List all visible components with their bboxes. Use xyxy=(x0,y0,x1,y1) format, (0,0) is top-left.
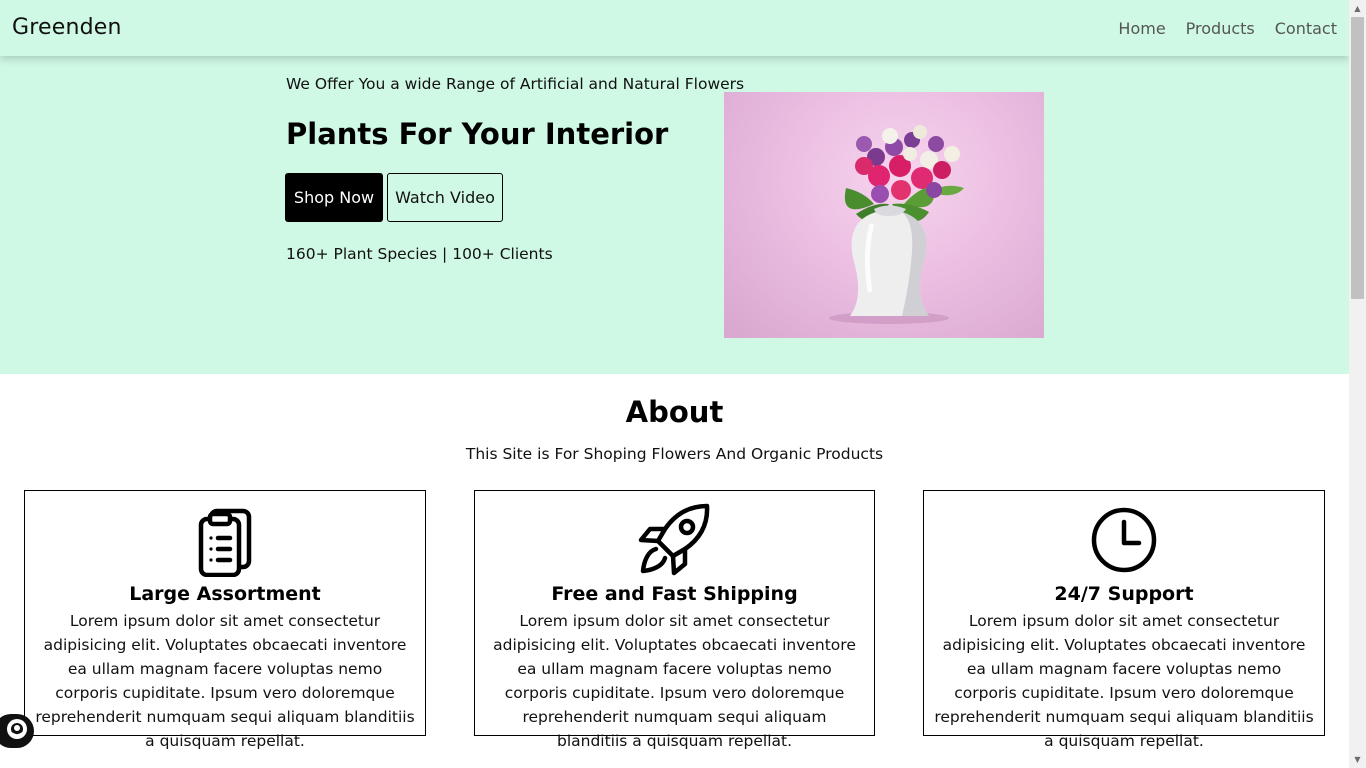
about-subtitle: This Site is For Shoping Flowers And Org… xyxy=(465,445,884,463)
card-title: 24/7 Support xyxy=(1054,583,1194,605)
clock-icon xyxy=(1087,503,1161,577)
brand-logo[interactable]: Greenden xyxy=(12,15,122,40)
card-title: Free and Fast Shipping xyxy=(551,583,798,605)
page: We Offer You a wide Range of Artificial … xyxy=(0,0,1349,768)
about-title: About xyxy=(625,395,724,429)
feature-card-support: 24/7 Support Lorem ipsum dolor sit amet … xyxy=(923,490,1325,750)
nav-links: Home Products Contact xyxy=(1118,19,1337,38)
nav-link-products[interactable]: Products xyxy=(1186,19,1255,38)
rocket-icon xyxy=(638,503,712,577)
card-text: Lorem ipsum dolor sit amet consectetur a… xyxy=(493,612,856,750)
hero-section: We Offer You a wide Range of Artificial … xyxy=(0,0,1349,374)
hero-title: Plants For Your Interior xyxy=(286,117,669,151)
card-text: Lorem ipsum dolor sit amet consectetur a… xyxy=(934,612,1314,750)
scroll-up-arrow-icon[interactable]: ▲ xyxy=(1349,0,1366,17)
scroll-down-arrow-icon[interactable]: ▼ xyxy=(1349,751,1366,768)
clipboard-list-icon xyxy=(188,503,262,578)
accessibility-icon xyxy=(5,717,29,745)
flower-vase-illustration xyxy=(829,125,964,324)
feature-card-assortment: Large Assortment Lorem ipsum dolor sit a… xyxy=(24,490,426,750)
watch-video-button[interactable]: Watch Video xyxy=(387,173,503,222)
card-title: Large Assortment xyxy=(129,583,321,605)
feature-card-shipping: Free and Fast Shipping Lorem ipsum dolor… xyxy=(474,490,875,750)
vertical-scrollbar[interactable]: ▲ ▼ xyxy=(1349,0,1366,768)
hero-subtitle: We Offer You a wide Range of Artificial … xyxy=(286,75,745,93)
scrollbar-thumb[interactable] xyxy=(1351,17,1364,299)
nav-link-contact[interactable]: Contact xyxy=(1275,19,1337,38)
nav-link-home[interactable]: Home xyxy=(1118,19,1165,38)
flower-vase-image xyxy=(724,92,1044,338)
navbar: Greenden Home Products Contact xyxy=(0,0,1349,56)
shop-now-button[interactable]: Shop Now xyxy=(285,173,383,222)
accessibility-widget-button[interactable] xyxy=(0,714,34,748)
hero-stats: 160+ Plant Species | 100+ Clients xyxy=(286,245,553,263)
card-text: Lorem ipsum dolor sit amet consectetur a… xyxy=(35,612,415,750)
